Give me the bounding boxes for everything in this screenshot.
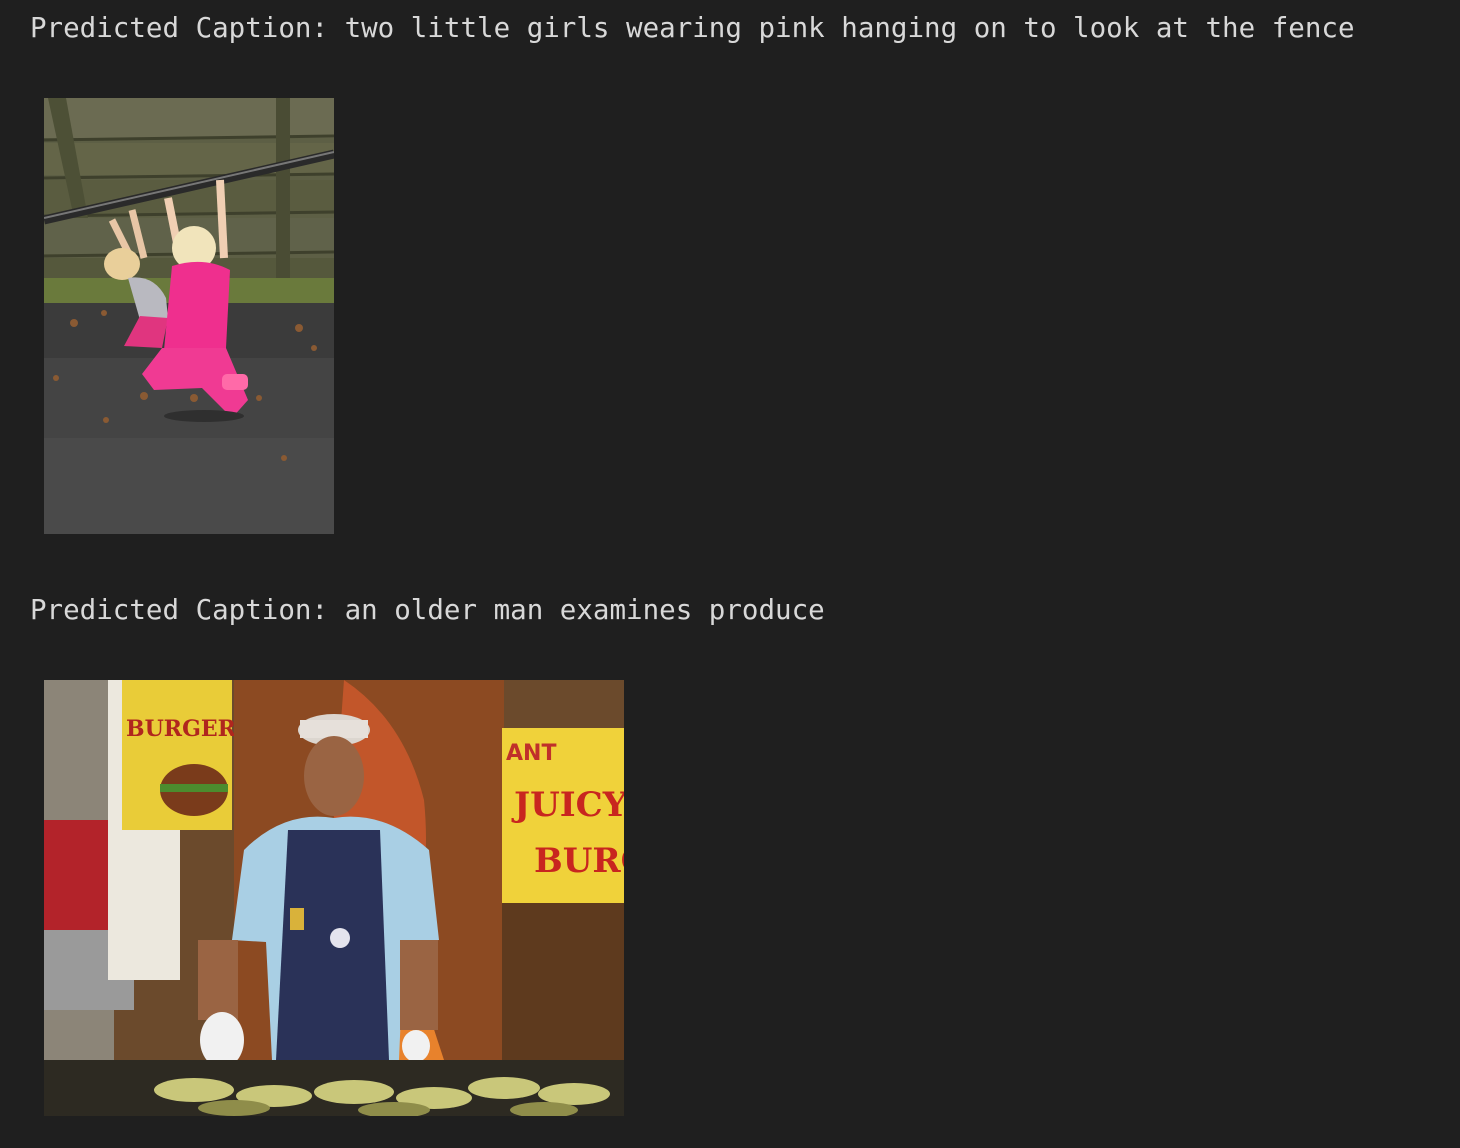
- sign-burgers-text: BURGERS: [126, 716, 252, 742]
- output-image-1: [44, 98, 334, 534]
- predicted-caption-1: Predicted Caption: two little girls wear…: [30, 12, 1355, 44]
- sign-burg-text: BURG: [534, 841, 624, 881]
- notebook-output-area: Predicted Caption: two little girls wear…: [0, 0, 1460, 1148]
- girls-playground-photo: [44, 98, 334, 534]
- sign-juicy-text: JUICY: [511, 785, 624, 825]
- output-image-2: BURGERS ANT JUICY BURG: [44, 680, 624, 1116]
- predicted-caption-2: Predicted Caption: an older man examines…: [30, 594, 825, 626]
- sign-ant-text: ANT: [506, 741, 556, 766]
- food-vendor-photo: BURGERS ANT JUICY BURG: [44, 680, 624, 1116]
